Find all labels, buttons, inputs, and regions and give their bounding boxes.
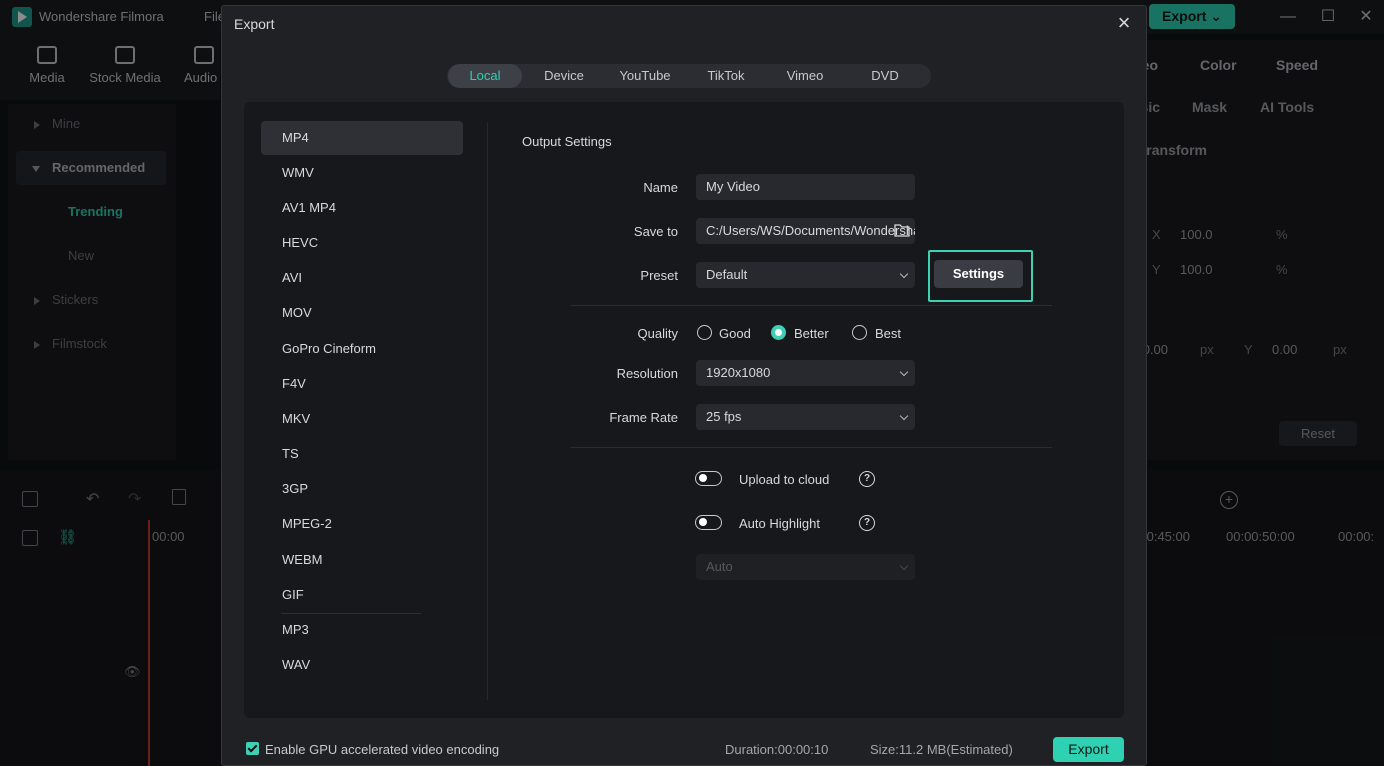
chevron-down-icon: [899, 561, 909, 571]
filmora-app: Wondershare Filmora File Export ⌄ — ☐ ✕ …: [0, 0, 1384, 766]
tab-local[interactable]: Local: [448, 64, 522, 88]
preset-value: Default: [706, 267, 748, 282]
panel-divider: [487, 122, 488, 700]
tab-dvd[interactable]: DVD: [850, 64, 920, 88]
gpu-label: Enable GPU accelerated video encoding: [265, 742, 500, 757]
auto-highlight-label: Auto Highlight: [739, 516, 820, 531]
gpu-checkbox[interactable]: [246, 742, 259, 755]
quality-best-radio[interactable]: [852, 325, 867, 340]
frame-rate-label: Frame Rate: [609, 410, 678, 425]
format-mpeg2[interactable]: MPEG-2: [261, 507, 463, 541]
tab-vimeo[interactable]: Vimeo: [770, 64, 840, 88]
quality-good-label: Good: [719, 326, 751, 341]
auto-value: Auto: [706, 559, 733, 574]
quality-good-radio[interactable]: [697, 325, 712, 340]
folder-icon[interactable]: [894, 223, 910, 237]
quality-label: Quality: [637, 326, 678, 341]
save-to-input[interactable]: C:/Users/WS/Documents/Wondershare: [696, 218, 915, 244]
name-label: Name: [643, 180, 678, 195]
format-wav[interactable]: WAV: [261, 648, 463, 682]
format-mov[interactable]: MOV: [261, 296, 463, 330]
toggle-knob: [699, 474, 707, 482]
save-to-label: Save to: [633, 224, 678, 239]
quality-better-radio[interactable]: [771, 325, 786, 340]
tab-tiktok[interactable]: TikTok: [692, 64, 760, 88]
help-icon[interactable]: ?: [859, 515, 875, 531]
format-mp3[interactable]: MP3: [261, 613, 463, 647]
format-3gp[interactable]: 3GP: [261, 472, 463, 506]
chevron-down-icon: [899, 269, 909, 279]
save-to-path: C:/Users/WS/Documents/Wondershare: [706, 223, 915, 238]
toggle-knob: [699, 518, 707, 526]
settings-separator: [570, 305, 1052, 306]
size-text: Size:11.2 MB(Estimated): [870, 742, 1013, 757]
tab-youtube[interactable]: YouTube: [606, 64, 684, 88]
format-f4v[interactable]: F4V: [261, 367, 463, 401]
format-mp4[interactable]: MP4: [261, 121, 463, 155]
tab-device[interactable]: Device: [530, 64, 598, 88]
frame-rate-select[interactable]: 25 fps: [696, 404, 915, 430]
chevron-down-icon: [899, 367, 909, 377]
close-icon[interactable]: ×: [1112, 11, 1136, 35]
format-hevc[interactable]: HEVC: [261, 226, 463, 260]
chevron-down-icon: [899, 411, 909, 421]
name-input[interactable]: My Video: [696, 174, 915, 200]
auto-highlight-toggle[interactable]: [695, 515, 722, 530]
format-ts[interactable]: TS: [261, 437, 463, 471]
quality-better-label: Better: [794, 326, 829, 341]
output-settings-title: Output Settings: [522, 134, 612, 149]
format-wmv[interactable]: WMV: [261, 156, 463, 190]
dialog-title: Export: [234, 16, 275, 32]
upload-cloud-toggle[interactable]: [695, 471, 722, 486]
format-av1-mp4[interactable]: AV1 MP4: [261, 191, 463, 225]
resolution-select[interactable]: 1920x1080: [696, 360, 915, 386]
preset-label: Preset: [640, 268, 678, 283]
resolution-value: 1920x1080: [706, 365, 771, 380]
resolution-label: Resolution: [616, 366, 678, 381]
format-mkv[interactable]: MKV: [261, 402, 463, 436]
duration-text: Duration:00:00:10: [725, 742, 829, 757]
options-separator: [570, 447, 1052, 448]
settings-button[interactable]: Settings: [934, 260, 1023, 288]
format-gif[interactable]: GIF: [261, 578, 463, 612]
format-webm[interactable]: WEBM: [261, 543, 463, 577]
upload-cloud-label: Upload to cloud: [739, 472, 830, 487]
preset-select[interactable]: Default: [696, 262, 915, 288]
frame-rate-value: 25 fps: [706, 409, 742, 424]
format-avi[interactable]: AVI: [261, 261, 463, 295]
quality-best-label: Best: [875, 326, 902, 341]
export-button[interactable]: Export: [1053, 737, 1124, 762]
format-gopro-cineform[interactable]: GoPro Cineform: [261, 332, 463, 366]
auto-highlight-select: Auto: [696, 554, 915, 580]
help-icon[interactable]: ?: [859, 471, 875, 487]
